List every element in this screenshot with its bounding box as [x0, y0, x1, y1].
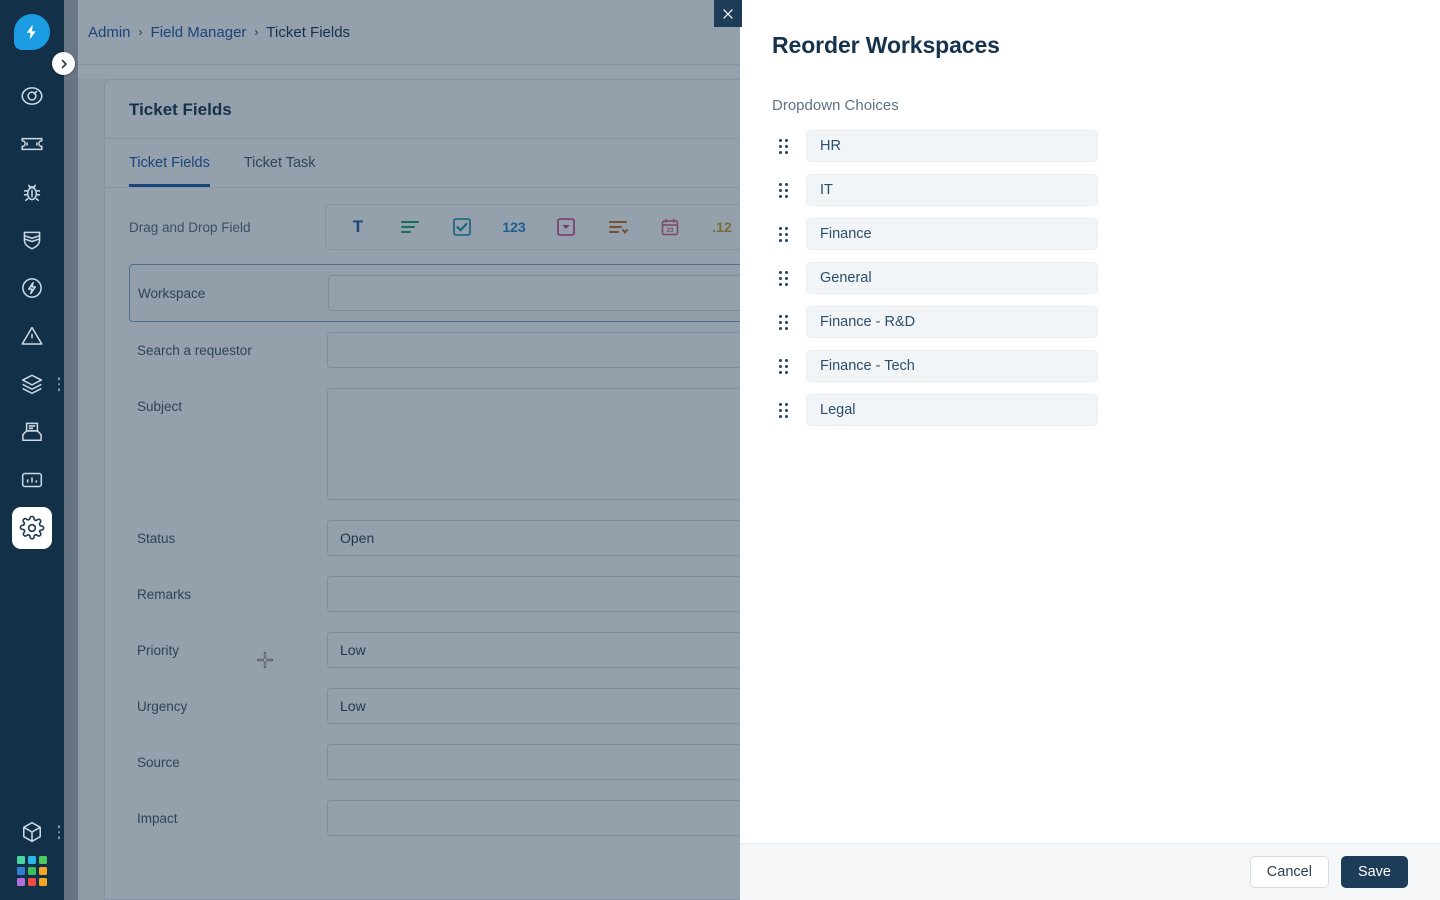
drag-handle-icon[interactable]	[772, 135, 794, 157]
cancel-button[interactable]: Cancel	[1250, 856, 1329, 888]
list-item[interactable]: Finance - R&D	[772, 306, 1408, 338]
list-item[interactable]: General	[772, 262, 1408, 294]
sidebar-item-reports[interactable]	[0, 456, 64, 504]
list-item[interactable]: Finance	[772, 218, 1408, 250]
drag-handle-icon[interactable]	[772, 223, 794, 245]
dashboard-gauge-icon	[19, 83, 45, 109]
inbox-printer-icon	[19, 419, 45, 445]
sidebar-item-alerts[interactable]	[0, 312, 64, 360]
drag-handle-icon[interactable]	[772, 179, 794, 201]
alert-triangle-icon	[19, 323, 45, 349]
sidebar-item-dashboard[interactable]	[0, 72, 64, 120]
list-item[interactable]: HR	[772, 130, 1408, 162]
chevron-right-icon	[58, 58, 70, 70]
release-bolt-icon	[19, 275, 45, 301]
save-button[interactable]: Save	[1341, 856, 1408, 888]
choice-label[interactable]: IT	[806, 174, 1098, 206]
bug-icon	[19, 179, 45, 205]
lightning-bolt-logo	[23, 23, 41, 41]
ticket-icon	[19, 131, 45, 157]
sidebar-expand-button[interactable]	[52, 52, 75, 75]
drag-handle-icon[interactable]	[772, 355, 794, 377]
move-cursor	[257, 652, 273, 668]
cmdb-overflow-menu-icon[interactable]	[58, 825, 61, 839]
shield-icon	[19, 227, 45, 253]
sidebar-item-tickets[interactable]	[0, 120, 64, 168]
list-item[interactable]: Legal	[772, 394, 1408, 426]
panel-subtitle: Dropdown Choices	[772, 97, 1408, 114]
drag-handle-icon[interactable]	[772, 399, 794, 421]
sidebar-item-changes[interactable]	[0, 216, 64, 264]
sidebar-item-admin[interactable]	[0, 504, 64, 552]
gear-icon	[19, 515, 45, 541]
close-panel-button[interactable]	[714, 0, 742, 27]
choice-label[interactable]: Finance - R&D	[806, 306, 1098, 338]
choice-label[interactable]: Finance - Tech	[806, 350, 1098, 382]
sidebar-item-cmdb[interactable]	[0, 808, 64, 856]
assets-overflow-menu-icon[interactable]	[58, 377, 61, 391]
drag-handle-icon[interactable]	[772, 311, 794, 333]
choice-label[interactable]: HR	[806, 130, 1098, 162]
panel-title: Reorder Workspaces	[772, 32, 1408, 59]
layers-icon	[19, 371, 45, 397]
choice-label[interactable]: Finance	[806, 218, 1098, 250]
reorder-workspaces-panel: Reorder Workspaces Dropdown Choices HR I…	[740, 0, 1440, 900]
scrim-edge-strip	[64, 0, 78, 900]
sidebar-item-problems[interactable]	[0, 168, 64, 216]
app-logo[interactable]	[14, 14, 50, 50]
sidebar-item-purchase[interactable]	[0, 408, 64, 456]
left-icon-rail	[0, 0, 64, 900]
drag-handle-icon[interactable]	[772, 267, 794, 289]
rail-item-list	[0, 72, 64, 552]
dropdown-choice-list: HR IT Finance General Finance - R&D Fina	[740, 114, 1440, 843]
rail-bottom-section	[0, 808, 64, 900]
cube-icon	[19, 819, 45, 845]
app-grid-launcher-icon[interactable]	[17, 856, 47, 886]
panel-footer: Cancel Save	[740, 843, 1440, 900]
list-item[interactable]: IT	[772, 174, 1408, 206]
choice-label[interactable]: Legal	[806, 394, 1098, 426]
choice-label[interactable]: General	[806, 262, 1098, 294]
close-icon	[721, 7, 735, 21]
bar-chart-icon	[19, 467, 45, 493]
sidebar-item-assets[interactable]	[0, 360, 64, 408]
panel-header: Reorder Workspaces Dropdown Choices	[740, 0, 1440, 114]
sidebar-item-releases[interactable]	[0, 264, 64, 312]
list-item[interactable]: Finance - Tech	[772, 350, 1408, 382]
